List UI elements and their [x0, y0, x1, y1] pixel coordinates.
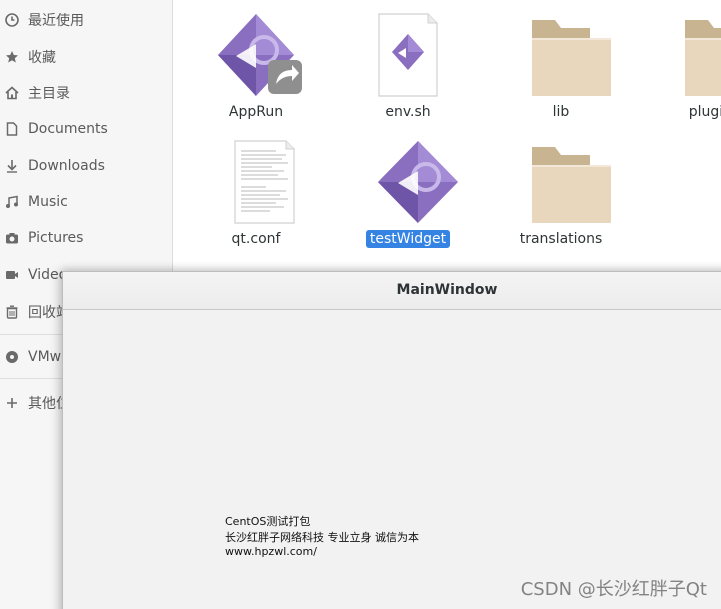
star-icon	[5, 50, 19, 64]
sidebar-item-recent[interactable]: 最近使用	[0, 4, 172, 36]
video-icon	[5, 268, 19, 282]
main-window: MainWindow CentOS测试打包 长沙红胖子网络科技 专业立身 诚信为…	[62, 271, 721, 609]
sidebar-item-label: Music	[28, 194, 68, 210]
folder-icon	[654, 10, 721, 100]
file-name: testWidget	[348, 230, 468, 248]
window-title: MainWindow	[396, 282, 498, 298]
content-line: www.hpzwl.com/	[225, 545, 317, 558]
file-name: env.sh	[385, 104, 431, 120]
text-file-icon	[196, 137, 316, 227]
sidebar-item-pictures[interactable]: Pictures	[0, 222, 172, 254]
sidebar-item-downloads[interactable]: Downloads	[0, 150, 172, 182]
trash-icon	[5, 305, 19, 319]
sidebar-item-music[interactable]: Music	[0, 186, 172, 218]
content-line: CentOS测试打包	[225, 515, 311, 528]
music-icon	[5, 195, 19, 209]
sidebar-item-label: 收藏	[28, 50, 56, 66]
sidebar-item-documents[interactable]: Documents	[0, 113, 172, 145]
file-name: qt.conf	[231, 231, 281, 247]
sidebar-item-label: Downloads	[28, 158, 105, 174]
folder-icon	[501, 137, 621, 227]
sidebar-item-home[interactable]: 主目录	[0, 77, 172, 109]
content-line: 长沙红胖子网络科技 专业立身 诚信为本	[225, 531, 419, 544]
camera-icon	[5, 231, 19, 245]
file-name: translations	[519, 231, 603, 247]
disc-icon	[5, 350, 19, 364]
script-file-icon	[348, 10, 468, 100]
qt-symlink-icon	[196, 10, 316, 100]
sidebar-item-label: Documents	[28, 121, 108, 137]
screen: 最近使用 收藏 主目录 Documents Downloads Music Pi…	[0, 0, 721, 609]
sidebar-item-label: 主目录	[28, 86, 70, 102]
window-titlebar[interactable]: MainWindow	[63, 272, 721, 310]
qt-executable-icon	[348, 137, 468, 227]
file-name: lib	[552, 104, 570, 120]
home-icon	[5, 86, 19, 100]
sidebar-item-label: 最近使用	[28, 13, 84, 29]
plus-icon	[5, 396, 19, 410]
document-icon	[5, 122, 19, 136]
file-name: AppRun	[228, 104, 284, 120]
sidebar-item-starred[interactable]: 收藏	[0, 41, 172, 73]
sidebar-item-label: Pictures	[28, 230, 84, 246]
watermark: CSDN @长沙红胖子Qt	[520, 579, 707, 600]
folder-icon	[501, 10, 621, 100]
file-name: plugins	[688, 104, 721, 120]
clock-icon	[5, 13, 19, 27]
download-icon	[5, 159, 19, 173]
